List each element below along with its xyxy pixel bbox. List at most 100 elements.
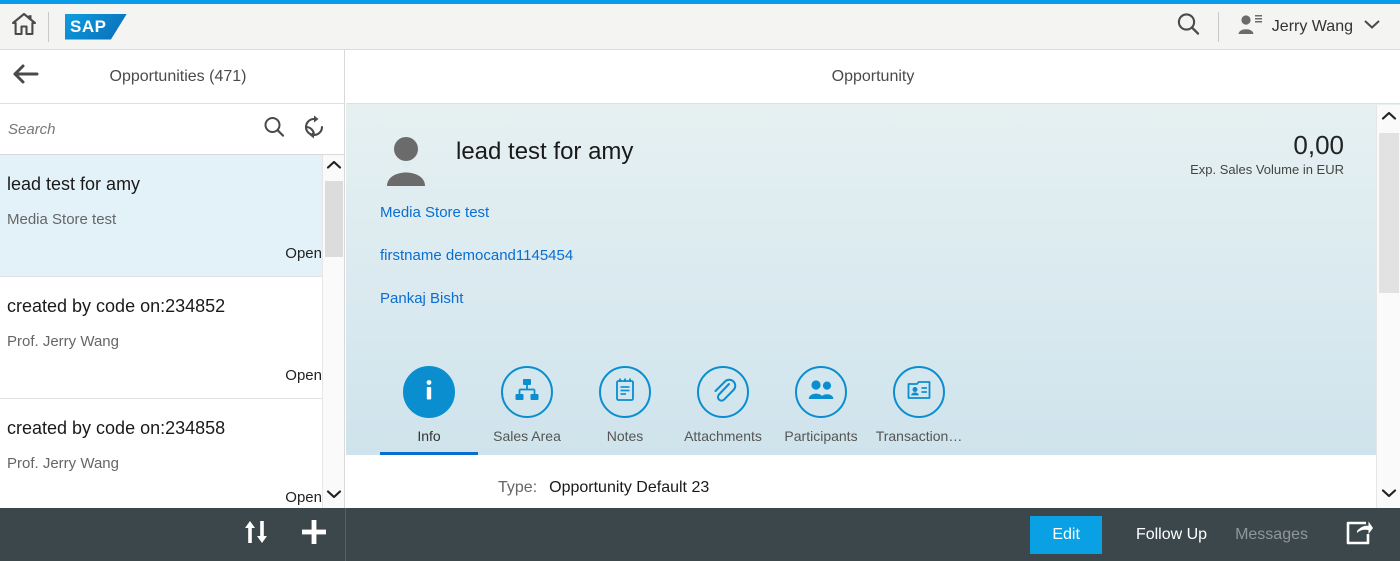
facet-tab-bar: Info Sales Area Notes Attachments Partic… — [380, 366, 968, 455]
sap-logo: SAP — [65, 13, 127, 40]
chevron-down-icon — [1362, 17, 1382, 36]
list-scroll-up-button[interactable] — [323, 155, 344, 179]
header-right-group: Jerry Wang — [1158, 4, 1400, 50]
user-icon — [1237, 13, 1263, 40]
tab-active-underline — [772, 452, 870, 455]
tab-label: Transaction… — [875, 428, 963, 444]
messages-button[interactable]: Messages — [1221, 516, 1322, 554]
tab-icon-circle — [893, 366, 945, 418]
master-search-row — [0, 104, 344, 155]
footer-left-group — [0, 508, 346, 561]
follow-up-button[interactable]: Follow Up — [1122, 516, 1221, 554]
tab-label: Notes — [606, 428, 644, 444]
tab-label: Info — [417, 428, 441, 444]
person-avatar-icon — [380, 134, 432, 186]
list-item-title: lead test for amy — [7, 174, 141, 194]
home-icon — [11, 12, 37, 41]
add-button[interactable] — [299, 517, 329, 552]
edit-button[interactable]: Edit — [1030, 515, 1102, 554]
detail-scrollbar[interactable] — [1376, 105, 1400, 508]
global-search-button[interactable] — [1158, 10, 1218, 43]
tab-icon-circle — [599, 366, 651, 418]
list-item-subtitle: Prof. Jerry Wang — [7, 455, 119, 472]
tab-active-underline — [380, 452, 478, 455]
list-item-subtitle: Media Store test — [7, 211, 117, 228]
chevron-down-icon — [326, 487, 342, 505]
detail-scroll-thumb[interactable] — [1379, 133, 1399, 293]
opportunity-list[interactable]: lead test for amy Media Store test Open … — [0, 155, 344, 508]
tab-icon-circle — [501, 366, 553, 418]
refresh-button[interactable] — [294, 114, 334, 145]
user-menu[interactable]: Jerry Wang — [1219, 13, 1382, 40]
master-list-panel: Opportunities (471) Search lead test for… — [0, 50, 345, 508]
back-button[interactable] — [0, 50, 52, 104]
tab-active-underline — [576, 452, 674, 455]
plus-icon — [299, 517, 329, 552]
chevron-up-icon — [1381, 109, 1397, 127]
master-title: Opportunities (471) — [109, 67, 247, 85]
field-value: Opportunity Default 23 — [549, 479, 710, 496]
search-submit-button[interactable] — [254, 114, 294, 145]
status-badge: Open — [285, 245, 322, 262]
header-divider — [48, 11, 49, 42]
share-button[interactable] — [1322, 518, 1386, 551]
application-root: SAP Jerry Wang Opportunities (471) Searc… — [0, 0, 1400, 561]
people-icon — [806, 377, 836, 408]
tab-icon-circle — [697, 366, 749, 418]
detail-form-body: Type: Opportunity Default 23 — [346, 455, 1400, 497]
footer-toolbar: Edit Follow Up Messages — [0, 508, 1400, 561]
search-input[interactable] — [6, 120, 254, 138]
shell-header: SAP Jerry Wang — [0, 4, 1400, 50]
list-scrollbar[interactable] — [322, 155, 344, 508]
refresh-icon — [301, 114, 327, 145]
hero-top-row: lead test for amy 0,00 Exp. Sales Volume… — [346, 130, 1400, 186]
contact-link[interactable]: firstname democand1145454 — [380, 247, 573, 264]
sort-button[interactable] — [241, 518, 271, 551]
tab-label: Sales Area — [493, 428, 561, 444]
opportunity-hero-section: lead test for amy 0,00 Exp. Sales Volume… — [346, 104, 1400, 455]
status-badge: Open — [285, 367, 322, 384]
user-name-label: Jerry Wang — [1271, 17, 1353, 35]
tab-attachments[interactable]: Attachments — [674, 366, 772, 455]
kpi-value: 0,00 — [1293, 130, 1344, 160]
kpi-label: Exp. Sales Volume in EUR — [1190, 162, 1344, 177]
tab-info[interactable]: Info — [380, 366, 478, 455]
tab-transaction-history[interactable]: Transaction… — [870, 366, 968, 455]
list-item[interactable]: created by code on:234852 Prof. Jerry Wa… — [0, 277, 344, 399]
tab-label: Attachments — [684, 428, 762, 444]
tab-icon-circle — [403, 366, 455, 418]
status-badge: Open — [285, 489, 322, 506]
list-scroll-thumb[interactable] — [325, 181, 343, 257]
search-icon — [1174, 10, 1202, 43]
list-scroll-down-button[interactable] — [323, 484, 344, 508]
footer-right-group: Edit Follow Up Messages — [1030, 515, 1400, 554]
list-item-title: created by code on:234858 — [7, 418, 226, 438]
list-item[interactable]: created by code on:234858 Prof. Jerry Wa… — [0, 399, 344, 508]
tab-sales-area[interactable]: Sales Area — [478, 366, 576, 455]
chevron-up-icon — [326, 158, 342, 176]
hero-links-group: Media Store test firstname democand11454… — [346, 186, 1400, 307]
employee-link[interactable]: Pankaj Bisht — [380, 290, 463, 307]
home-button[interactable] — [0, 4, 48, 50]
master-header: Opportunities (471) — [0, 50, 344, 104]
share-icon — [1344, 518, 1374, 551]
tab-participants[interactable]: Participants — [772, 366, 870, 455]
info-icon — [415, 376, 443, 409]
tab-icon-circle — [795, 366, 847, 418]
tab-active-underline — [478, 452, 576, 455]
tab-label: Participants — [784, 428, 858, 444]
account-link[interactable]: Media Store test — [380, 204, 489, 221]
notepad-icon — [611, 376, 639, 409]
detail-panel: Opportunity lead test for amy 0,00 Exp. … — [346, 50, 1400, 508]
tab-notes[interactable]: Notes — [576, 366, 674, 455]
contact-card-icon — [905, 376, 933, 409]
opportunity-name: lead test for amy — [456, 138, 634, 165]
chevron-down-icon — [1381, 486, 1397, 504]
search-icon — [261, 114, 287, 145]
detail-scroll-up-button[interactable] — [1377, 105, 1400, 131]
page-title: Opportunity — [831, 67, 915, 85]
field-row-type: Type: Opportunity Default 23 — [498, 479, 1400, 497]
list-item[interactable]: lead test for amy Media Store test Open — [0, 155, 344, 277]
detail-scroll-down-button[interactable] — [1377, 482, 1400, 508]
kpi-block: 0,00 Exp. Sales Volume in EUR — [1190, 130, 1368, 177]
